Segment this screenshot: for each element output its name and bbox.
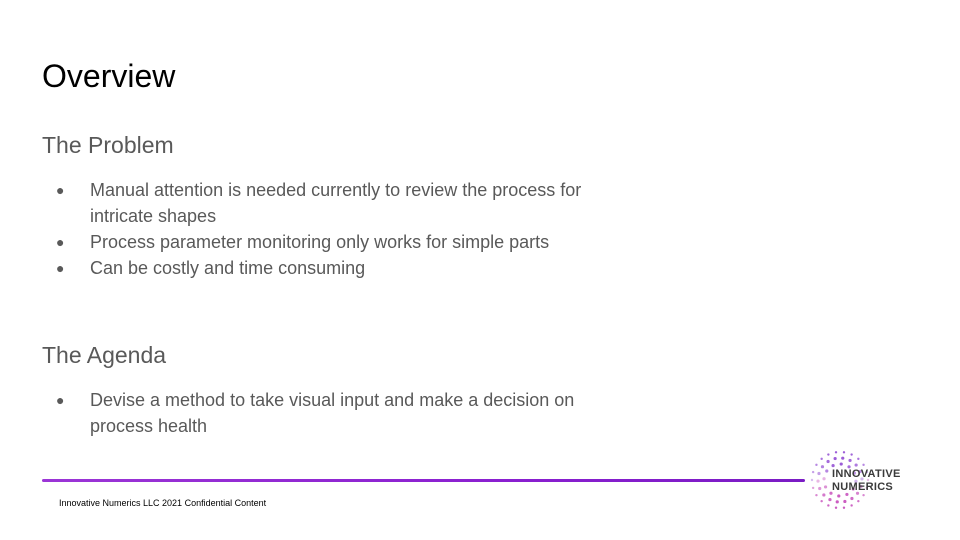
company-logo: INNOVATIVE NUMERICS [808,448,912,512]
list-item: ● Devise a method to take visual input a… [42,387,622,439]
bullet-text: Devise a method to take visual input and… [90,390,575,436]
agenda-bullet-list: ● Devise a method to take visual input a… [42,387,622,439]
bullet-icon: ● [56,260,65,276]
list-item: ● Process parameter monitoring only work… [42,229,602,255]
logo-line-1: INNOVATIVE [832,468,901,480]
footer-divider [42,479,805,482]
problem-bullet-list: ● Manual attention is needed currently t… [42,177,602,281]
section-heading-problem: The Problem [42,132,174,158]
logo-line-2: NUMERICS [832,481,894,493]
bullet-text: Process parameter monitoring only works … [90,232,550,252]
bullet-text: Can be costly and time consuming [90,258,366,278]
bullet-icon: ● [56,392,65,408]
bullet-text: Manual attention is needed currently to … [90,180,582,226]
section-heading-agenda: The Agenda [42,342,167,368]
slide-title: Overview [42,58,176,94]
logo-text: INNOVATIVE NUMERICS [832,468,901,494]
list-item: ● Manual attention is needed currently t… [42,177,602,229]
bullet-icon: ● [56,182,65,198]
bullet-icon: ● [56,234,65,250]
footer-text: Innovative Numerics LLC 2021 Confidentia… [59,498,267,508]
list-item: ● Can be costly and time consuming [42,255,602,281]
